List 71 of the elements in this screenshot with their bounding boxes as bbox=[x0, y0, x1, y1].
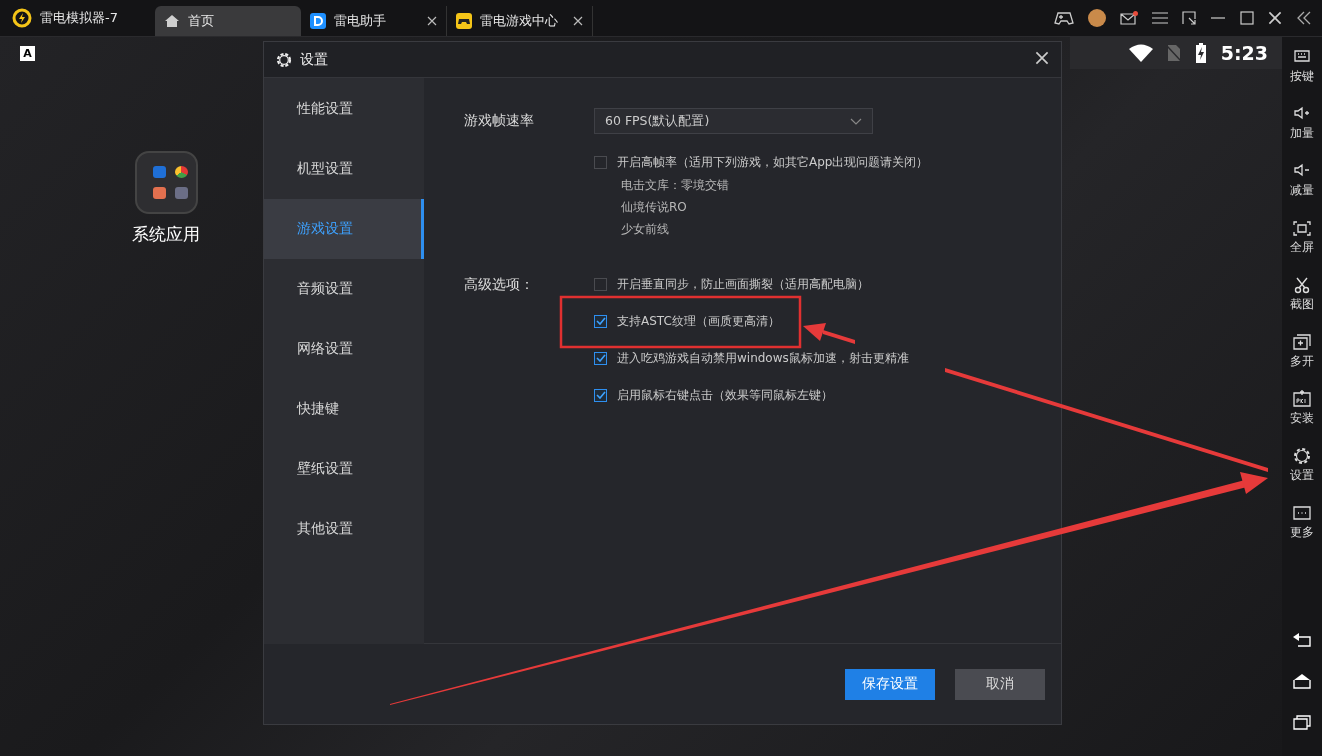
close-icon[interactable] bbox=[427, 16, 437, 26]
toolbar-button[interactable]: 更多 bbox=[1290, 503, 1314, 560]
apk-icon bbox=[1290, 389, 1314, 409]
app-title: 雷电模拟器-7 bbox=[40, 9, 118, 27]
checkbox[interactable] bbox=[594, 351, 607, 365]
app-logo-icon bbox=[310, 13, 326, 29]
app-logo-icon bbox=[12, 8, 32, 28]
gamepad-logo-icon bbox=[456, 13, 472, 29]
menu-icon[interactable] bbox=[1152, 12, 1168, 24]
checkbox[interactable] bbox=[594, 314, 607, 328]
no-sim-icon bbox=[1166, 44, 1181, 62]
game-name: 电击文库：零境交错 bbox=[621, 177, 730, 194]
nav-item[interactable]: 性能设置 bbox=[264, 79, 424, 139]
close-icon[interactable] bbox=[1268, 11, 1282, 25]
folder-label: 系统应用 bbox=[132, 223, 200, 246]
toolbar-button[interactable]: 截图 bbox=[1290, 275, 1314, 332]
checkbox-label: 支持ASTC纹理（画质更高清） bbox=[617, 312, 780, 330]
tab[interactable]: 首页 bbox=[155, 6, 301, 36]
toolbar-button[interactable]: 设置 bbox=[1290, 446, 1314, 503]
fullscreen-icon bbox=[1290, 218, 1314, 238]
save-button[interactable]: 保存设置 bbox=[845, 668, 935, 700]
dialog-title: 设置 bbox=[300, 50, 328, 69]
checkbox[interactable] bbox=[594, 388, 607, 402]
home-icon[interactable] bbox=[1292, 673, 1312, 689]
toolbar-button[interactable]: 按键 bbox=[1290, 47, 1314, 104]
mail-icon[interactable] bbox=[1120, 11, 1138, 25]
close-icon[interactable] bbox=[1035, 51, 1049, 65]
checkbox[interactable] bbox=[594, 277, 607, 291]
setting-label: 游戏帧速率 bbox=[464, 112, 535, 130]
toolbar-button[interactable]: 安装 bbox=[1290, 389, 1314, 446]
nav-item[interactable]: 游戏设置 bbox=[264, 199, 424, 259]
setting-label: 高级选项： bbox=[464, 275, 535, 294]
nav-item[interactable]: 壁纸设置 bbox=[264, 439, 424, 499]
chevron-down-icon bbox=[850, 117, 862, 125]
toolbar-button[interactable]: 全屏 bbox=[1290, 218, 1314, 275]
nav-item[interactable]: 机型设置 bbox=[264, 139, 424, 199]
checkbox-label: 开启高帧率（适用下列游戏，如其它App出现问题请关闭） bbox=[617, 153, 929, 171]
more-icon bbox=[1290, 503, 1314, 523]
add-window-icon bbox=[1290, 332, 1314, 352]
close-icon[interactable] bbox=[573, 16, 583, 26]
avatar[interactable] bbox=[1088, 9, 1106, 27]
frame-rate-dropdown[interactable]: 60 FPS(默认配置) bbox=[594, 108, 873, 134]
app-folder-icon[interactable] bbox=[134, 151, 198, 214]
wifi-icon bbox=[1128, 44, 1153, 62]
resize-icon[interactable] bbox=[1182, 11, 1196, 25]
back-icon[interactable] bbox=[1292, 632, 1312, 648]
nav-item[interactable]: 快捷键 bbox=[264, 379, 424, 439]
toolbar-button[interactable]: 加量 bbox=[1290, 104, 1314, 161]
checkbox[interactable] bbox=[594, 155, 607, 169]
checkbox-label: 开启垂直同步，防止画面撕裂（适用高配电脑） bbox=[617, 275, 869, 293]
nav-item[interactable]: 其他设置 bbox=[264, 499, 424, 559]
tab[interactable]: 雷电游戏中心 bbox=[447, 6, 593, 36]
home-icon bbox=[164, 14, 180, 28]
collapse-icon[interactable] bbox=[1296, 11, 1312, 25]
gear-icon bbox=[276, 51, 292, 68]
toolbar-button[interactable]: 多开 bbox=[1290, 332, 1314, 389]
battery-charging-icon bbox=[1194, 43, 1207, 63]
clock-time: 5:23 bbox=[1220, 42, 1268, 64]
cancel-button[interactable]: 取消 bbox=[955, 668, 1045, 700]
toolbar-button[interactable]: 减量 bbox=[1290, 161, 1314, 218]
checkbox-label: 启用鼠标右键点击（效果等同鼠标左键） bbox=[617, 386, 833, 404]
game-name: 仙境传说RO bbox=[621, 199, 688, 216]
notification-icon: A bbox=[20, 45, 35, 61]
checkbox-label: 进入吃鸡游戏自动禁用windows鼠标加速，射击更精准 bbox=[617, 349, 909, 367]
gamepad-icon[interactable] bbox=[1054, 11, 1074, 25]
recent-apps-icon[interactable] bbox=[1292, 714, 1312, 730]
nav-item[interactable]: 网络设置 bbox=[264, 319, 424, 379]
nav-item[interactable]: 音频设置 bbox=[264, 259, 424, 319]
game-name: 少女前线 bbox=[621, 221, 670, 238]
tab[interactable]: 雷电助手 bbox=[301, 6, 447, 36]
maximize-icon[interactable] bbox=[1240, 11, 1254, 25]
